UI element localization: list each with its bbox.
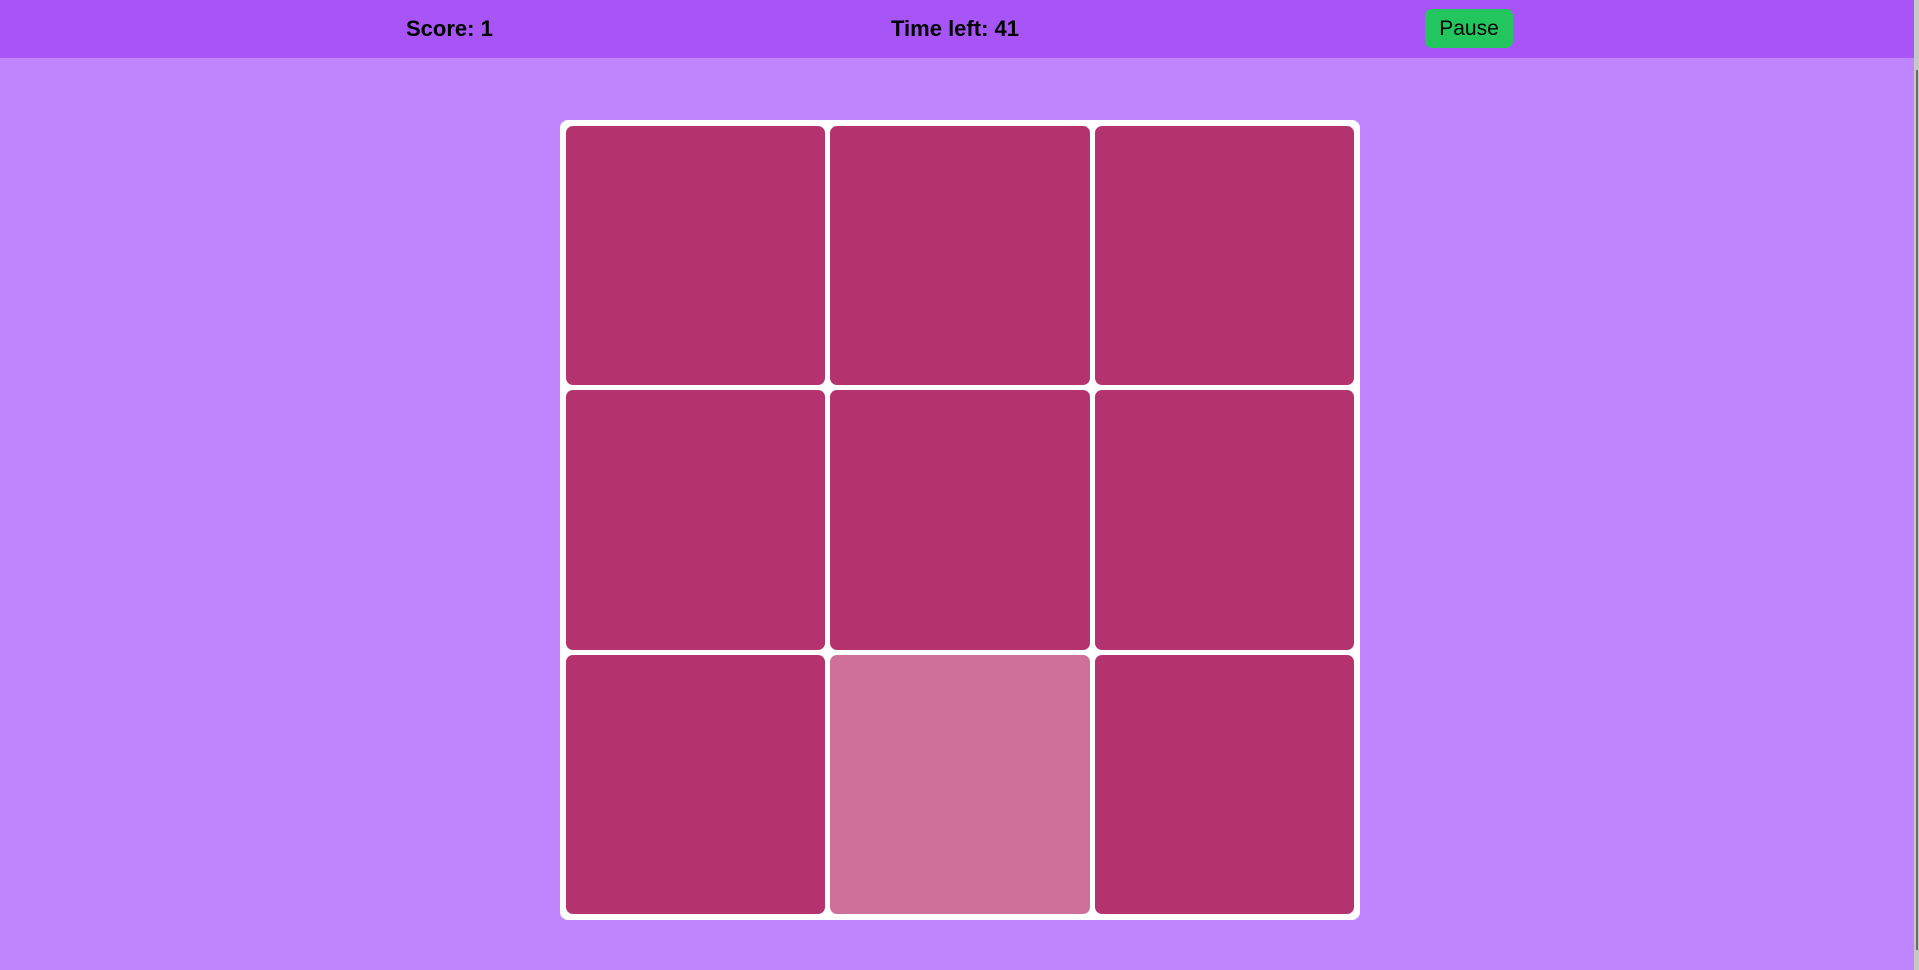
grid-tile[interactable] (1094, 126, 1354, 386)
grid-tile[interactable] (566, 390, 826, 650)
time-left-display: Time left: 41 (891, 16, 1019, 41)
grid-tile[interactable] (566, 126, 826, 386)
game-board (560, 120, 1360, 920)
grid-tile[interactable] (566, 654, 826, 914)
grid-tile[interactable] (830, 390, 1090, 650)
top-bar: Score: 1 Time left: 41 Pause (0, 0, 1914, 58)
grid-tile[interactable] (1094, 654, 1354, 914)
grid-tile[interactable] (1094, 390, 1354, 650)
grid-tile-highlighted[interactable] (830, 654, 1090, 914)
score-display: Score: 1 (406, 16, 493, 41)
grid-tile[interactable] (830, 126, 1090, 386)
scrollbar-thumb[interactable] (1916, 70, 1918, 950)
pause-button[interactable]: Pause (1425, 9, 1513, 48)
